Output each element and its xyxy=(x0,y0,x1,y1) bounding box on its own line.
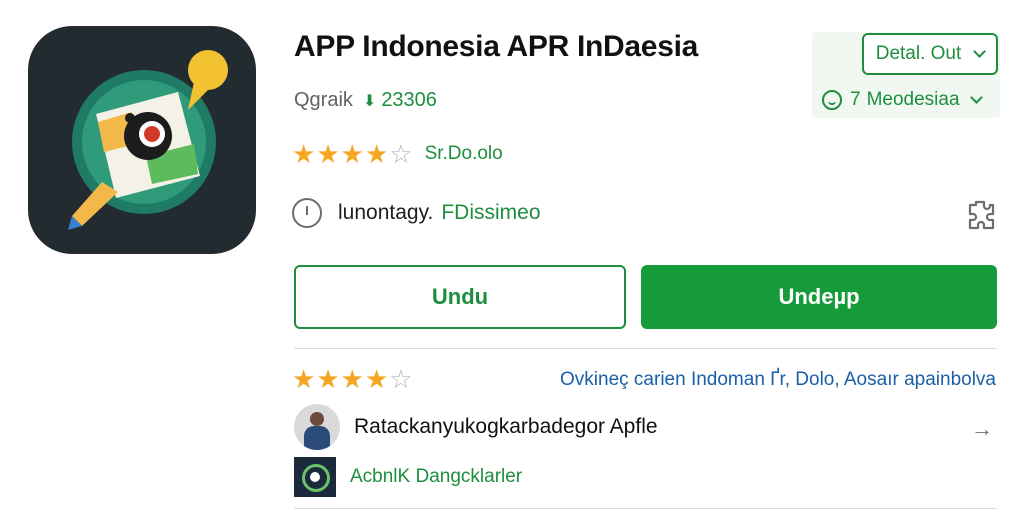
detail-dropdown-label: Detal. Out xyxy=(875,43,962,64)
review-item[interactable]: Ratackanyukogkarbadegor Apfle → xyxy=(294,404,997,450)
puzzle-icon[interactable] xyxy=(963,198,997,232)
chevron-down-icon xyxy=(973,45,987,58)
star-empty-icon: ☆ xyxy=(389,139,413,169)
developer-name[interactable]: Qgraik xyxy=(294,89,353,112)
language-dropdown-label: Meodesiaa xyxy=(866,89,960,110)
star-icon: ★ xyxy=(340,364,364,394)
star-icon: ★ xyxy=(292,364,316,394)
category-row: lunontagy. FDissimeo xyxy=(292,198,541,228)
category-label: lunontagy. xyxy=(338,201,434,224)
language-dropdown[interactable]: 7 Meodesiaa xyxy=(818,84,998,116)
globe-icon xyxy=(822,90,842,110)
chevron-down-icon xyxy=(969,91,983,104)
reviews-link[interactable]: Ovkineç carien Indoman Ґr, Dolo, Aosaır … xyxy=(560,369,996,391)
rating-stars: ★ ★ ★ ★ ☆ xyxy=(292,141,413,167)
star-icon: ★ xyxy=(364,139,389,169)
star-icon: ★ xyxy=(364,364,389,394)
star-icon: ★ xyxy=(316,364,340,394)
download-count-value: 23306 xyxy=(381,89,437,111)
source-item[interactable]: AcbnlK Dangcklarler xyxy=(294,457,522,497)
source-text: AcbnlK Dangcklarler xyxy=(350,466,523,487)
rating-row: ★ ★ ★ ★ ☆ Sr.Do.olo xyxy=(292,141,503,167)
download-icon: ⬇ xyxy=(362,92,377,110)
language-count: 7 xyxy=(850,89,861,110)
star-empty-icon: ☆ xyxy=(389,364,413,394)
download-count: ⬇ 23306 xyxy=(363,89,437,112)
review-stars: ★ ★ ★ ★ ☆ xyxy=(292,366,413,392)
category-value[interactable]: FDissimeo xyxy=(441,201,540,225)
photo-location-pencil-icon xyxy=(68,50,228,230)
star-icon: ★ xyxy=(292,139,316,169)
detail-dropdown[interactable]: Detal. Out xyxy=(862,33,998,75)
star-icon: ★ xyxy=(316,139,340,169)
secondary-button[interactable]: Undu xyxy=(294,265,626,329)
rating-value: Sr.Do.olo xyxy=(424,143,503,164)
install-button[interactable]: Undeµp xyxy=(641,265,997,329)
source-logo-icon xyxy=(294,457,336,497)
review-text: Ratackanyukogkarbadegor Apfle xyxy=(354,415,658,438)
divider xyxy=(294,348,997,349)
developer-row: Qgraik ⬇ 23306 xyxy=(294,89,437,112)
star-icon: ★ xyxy=(340,139,364,169)
avatar xyxy=(294,404,340,450)
arrow-right-icon[interactable]: → xyxy=(971,416,993,442)
app-title: APP Indonesia APR InDaesia xyxy=(294,30,698,63)
clock-icon xyxy=(292,198,322,228)
app-icon xyxy=(28,26,256,254)
divider xyxy=(294,508,997,509)
